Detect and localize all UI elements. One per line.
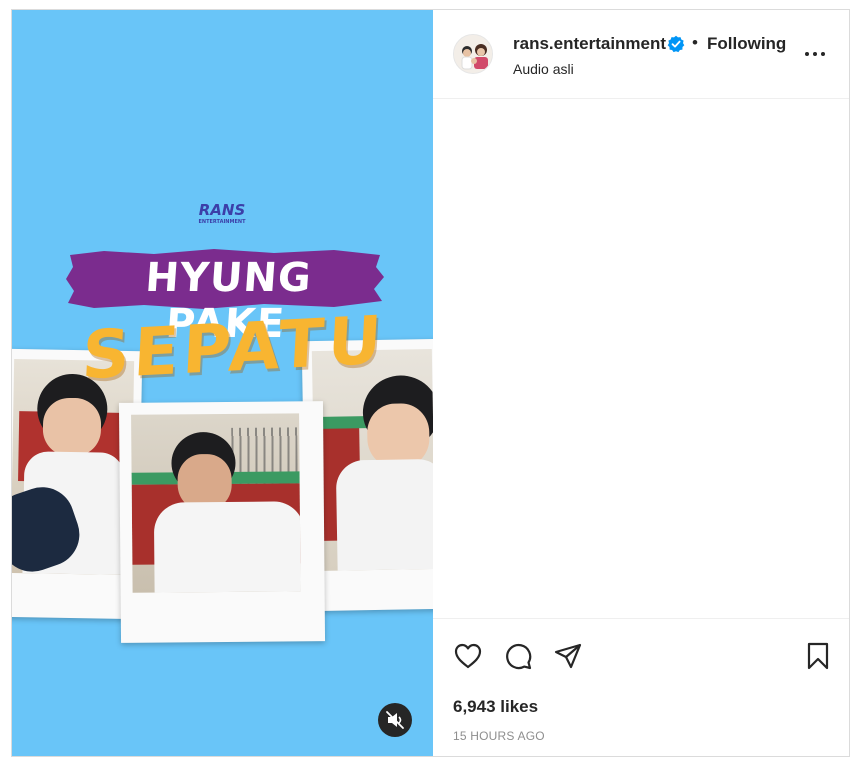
username-link[interactable]: rans.entertainment: [513, 34, 666, 54]
verified-badge-icon: [667, 35, 685, 53]
photo-frame-center: [118, 401, 326, 643]
share-icon[interactable]: [553, 641, 583, 671]
instagram-post: RANS ENTERTAINMENT HYUNG PAKE SEPATU ran…: [11, 9, 850, 757]
likes-count[interactable]: 6,943 likes: [453, 697, 538, 717]
comment-icon[interactable]: [503, 641, 533, 671]
muted-speaker-icon: [386, 711, 404, 729]
avatar-image: [454, 35, 492, 73]
post-actions: 6,943 likes 15 HOURS AGO: [433, 618, 849, 756]
headline-line-2: SEPATU: [80, 301, 388, 395]
post-timestamp[interactable]: 15 HOURS AGO: [453, 729, 545, 743]
avatar[interactable]: [453, 34, 493, 74]
separator-dot: •: [692, 33, 698, 52]
post-header: rans.entertainment • Following Audio asl…: [433, 10, 849, 99]
following-button[interactable]: Following: [707, 34, 786, 54]
rans-logo-subtext: ENTERTAINMENT: [199, 219, 247, 225]
rans-logo-text: RANS: [199, 201, 246, 219]
post-video[interactable]: RANS ENTERTAINMENT HYUNG PAKE SEPATU: [12, 10, 433, 756]
post-side-panel: rans.entertainment • Following Audio asl…: [433, 10, 849, 756]
audio-label[interactable]: Audio asli: [513, 61, 574, 77]
heart-icon[interactable]: [453, 641, 483, 671]
mute-button[interactable]: [378, 703, 412, 737]
more-options-icon[interactable]: [803, 44, 827, 64]
rans-logo: RANS ENTERTAINMENT: [199, 201, 247, 225]
bookmark-icon[interactable]: [803, 641, 833, 671]
